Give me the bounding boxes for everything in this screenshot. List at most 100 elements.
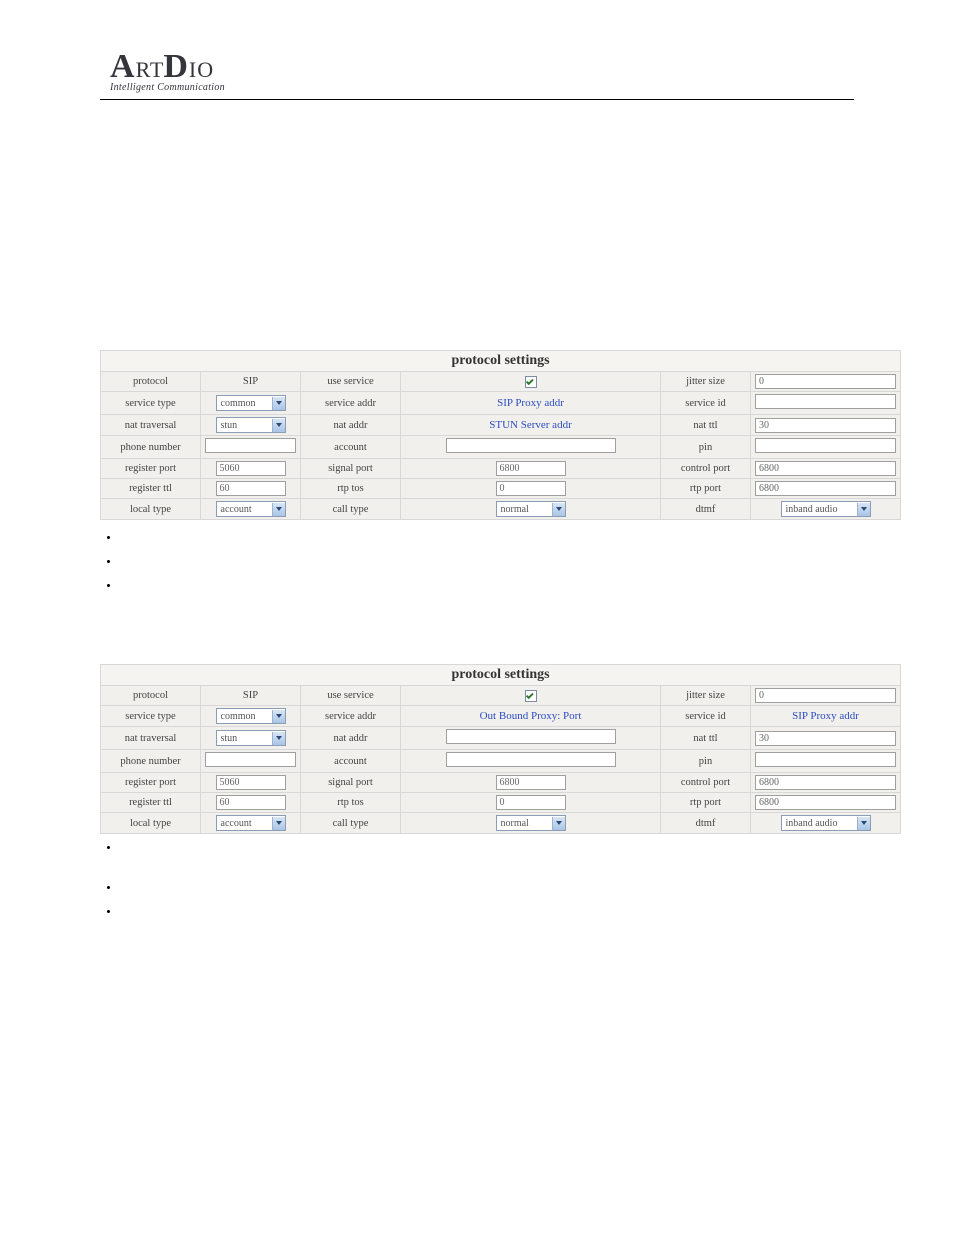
brand-logo: ARTDIO Intelligent Communication xyxy=(110,50,854,93)
protocol-settings-table-b: protocol settings protocol SIP use servi… xyxy=(100,664,901,834)
nat-traversal-select[interactable]: stun xyxy=(216,417,286,433)
use-service-checkbox[interactable] xyxy=(525,376,537,388)
lbl-pin: pin xyxy=(661,436,751,459)
dtmf-select[interactable]: inband audio xyxy=(781,501,871,517)
lbl-service-id: service id xyxy=(661,392,751,415)
rtp-port-input[interactable]: 6800 xyxy=(755,481,896,496)
account-input[interactable] xyxy=(446,438,616,453)
lbl-dtmf: dtmf xyxy=(661,499,751,520)
pin-input[interactable] xyxy=(755,752,896,767)
phone-number-input[interactable] xyxy=(205,752,296,767)
control-port-input[interactable]: 6800 xyxy=(755,461,896,476)
lbl-account: account xyxy=(301,436,401,459)
chevron-down-icon xyxy=(272,817,285,830)
nat-ttl-input[interactable]: 30 xyxy=(755,731,896,746)
lbl-nat-addr: nat addr xyxy=(301,415,401,436)
lbl-local-type: local type xyxy=(101,499,201,520)
lbl-rtp-port: rtp port xyxy=(661,479,751,499)
lbl-protocol: protocol xyxy=(101,686,201,706)
list-item xyxy=(120,842,854,882)
service-type-select[interactable]: common xyxy=(216,708,286,724)
lbl-nat-addr: nat addr xyxy=(301,727,401,750)
lbl-account: account xyxy=(301,750,401,773)
call-type-select[interactable]: normal xyxy=(496,501,566,517)
lbl-signal-port: signal port xyxy=(301,459,401,479)
control-port-input[interactable]: 6800 xyxy=(755,775,896,790)
list-item xyxy=(120,580,854,604)
lbl-service-id: service id xyxy=(661,706,751,727)
rtp-tos-input[interactable]: 0 xyxy=(496,795,566,810)
val-protocol: SIP xyxy=(243,690,258,701)
service-addr-value: Out Bound Proxy: Port xyxy=(480,710,582,722)
lbl-signal-port: signal port xyxy=(301,773,401,793)
jitter-size-input[interactable]: 0 xyxy=(755,374,896,389)
lbl-nat-traversal: nat traversal xyxy=(101,727,201,750)
chevron-down-icon xyxy=(272,732,285,745)
chevron-down-icon xyxy=(857,503,870,516)
list-item xyxy=(120,532,854,556)
check-icon xyxy=(526,377,534,385)
lbl-service-type: service type xyxy=(101,706,201,727)
service-type-select[interactable]: common xyxy=(216,395,286,411)
register-port-input[interactable]: 5060 xyxy=(216,461,286,476)
pin-input[interactable] xyxy=(755,438,896,453)
lbl-register-port: register port xyxy=(101,459,201,479)
lbl-service-addr: service addr xyxy=(301,706,401,727)
lbl-nat-traversal: nat traversal xyxy=(101,415,201,436)
notes-list-a xyxy=(120,532,854,604)
account-input[interactable] xyxy=(446,752,616,767)
brand-tagline: Intelligent Communication xyxy=(110,82,854,93)
lbl-jitter-size: jitter size xyxy=(661,372,751,392)
lbl-use-service: use service xyxy=(301,372,401,392)
lbl-call-type: call type xyxy=(301,499,401,520)
chevron-down-icon xyxy=(552,817,565,830)
signal-port-input[interactable]: 6800 xyxy=(496,461,566,476)
chevron-down-icon xyxy=(552,503,565,516)
service-id-input[interactable] xyxy=(755,394,896,409)
chevron-down-icon xyxy=(272,503,285,516)
service-addr-value: SIP Proxy addr xyxy=(497,397,564,409)
rtp-tos-input[interactable]: 0 xyxy=(496,481,566,496)
rtp-port-input[interactable]: 6800 xyxy=(755,795,896,810)
lbl-control-port: control port xyxy=(661,773,751,793)
check-icon xyxy=(526,691,534,699)
local-type-select[interactable]: account xyxy=(216,501,286,517)
val-protocol: SIP xyxy=(243,376,258,387)
dtmf-select[interactable]: inband audio xyxy=(781,815,871,831)
lbl-service-type: service type xyxy=(101,392,201,415)
lbl-jitter-size: jitter size xyxy=(661,686,751,706)
nat-addr-value: STUN Server addr xyxy=(489,419,571,431)
signal-port-input[interactable]: 6800 xyxy=(496,775,566,790)
lbl-protocol: protocol xyxy=(101,372,201,392)
register-ttl-input[interactable]: 60 xyxy=(216,481,286,496)
header-divider xyxy=(100,99,854,100)
table-a-title: protocol settings xyxy=(101,351,901,372)
chevron-down-icon xyxy=(272,397,285,410)
local-type-select[interactable]: account xyxy=(216,815,286,831)
lbl-service-addr: service addr xyxy=(301,392,401,415)
notes-list-b xyxy=(120,842,854,930)
lbl-phone-number: phone number xyxy=(101,750,201,773)
lbl-use-service: use service xyxy=(301,686,401,706)
call-type-select[interactable]: normal xyxy=(496,815,566,831)
register-ttl-input[interactable]: 60 xyxy=(216,795,286,810)
list-item xyxy=(120,882,854,906)
lbl-nat-ttl: nat ttl xyxy=(661,415,751,436)
lbl-register-ttl: register ttl xyxy=(101,793,201,813)
lbl-rtp-tos: rtp tos xyxy=(301,793,401,813)
lbl-register-port: register port xyxy=(101,773,201,793)
nat-traversal-select[interactable]: stun xyxy=(216,730,286,746)
lbl-phone-number: phone number xyxy=(101,436,201,459)
lbl-control-port: control port xyxy=(661,459,751,479)
list-item xyxy=(120,556,854,580)
table-b-title: protocol settings xyxy=(101,665,901,686)
chevron-down-icon xyxy=(857,817,870,830)
lbl-call-type: call type xyxy=(301,813,401,834)
nat-ttl-input[interactable]: 30 xyxy=(755,418,896,433)
lbl-pin: pin xyxy=(661,750,751,773)
phone-number-input[interactable] xyxy=(205,438,296,453)
jitter-size-input[interactable]: 0 xyxy=(755,688,896,703)
register-port-input[interactable]: 5060 xyxy=(216,775,286,790)
nat-addr-input[interactable] xyxy=(446,729,616,744)
use-service-checkbox[interactable] xyxy=(525,690,537,702)
